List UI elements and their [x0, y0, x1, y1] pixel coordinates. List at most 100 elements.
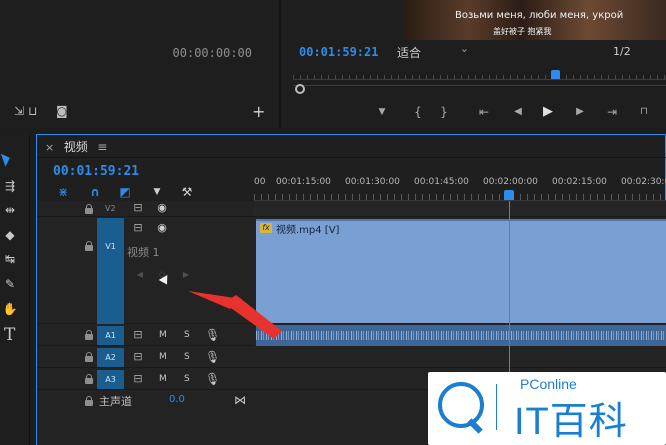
sequence-timecode[interactable]: 00:01:59:21	[53, 164, 139, 179]
video-clip[interactable]: fx 视频.mp4 [V]	[256, 219, 666, 323]
watermark-divider	[496, 384, 497, 430]
track-target-v1[interactable]: V1	[97, 218, 124, 324]
source-timecode: 00:00:00:00	[172, 46, 252, 60]
step-back-icon[interactable]: ◀	[511, 104, 525, 120]
program-timecode[interactable]: 00:01:59:21	[299, 45, 378, 59]
solo-button[interactable]: S	[184, 352, 190, 362]
selection-tool-icon[interactable]	[0, 151, 13, 167]
video-frame: Возьми меня, люби меня, укрой 盖好被子 抱紧我	[403, 0, 666, 40]
razor-icon[interactable]: ◆	[0, 227, 20, 243]
watermark: PConline IT百科	[428, 372, 666, 445]
monitor-ruler[interactable]	[293, 66, 666, 80]
track-target-a1[interactable]: A1	[97, 326, 124, 345]
track-a3-header: A3 ⊟ M S 🎙	[37, 369, 254, 390]
type-tool-icon[interactable]: T	[4, 325, 15, 345]
lock-icon[interactable]	[84, 204, 94, 214]
track-label-a3: A3	[105, 375, 116, 384]
master-volume-value[interactable]: 0.0	[169, 394, 185, 405]
mute-button[interactable]: M	[159, 374, 167, 384]
eye-icon[interactable]: ◉	[155, 200, 169, 216]
scroll-handle-icon[interactable]	[295, 84, 305, 94]
lock-icon[interactable]	[84, 396, 94, 406]
add-marker-icon[interactable]: ▼	[149, 184, 165, 200]
monitor-scrollbar[interactable]	[293, 85, 666, 91]
ruler-ticks	[254, 194, 666, 200]
source-monitor: 00:00:00:00 ⇲ ⊔ ◙ +	[0, 0, 278, 128]
wrench-icon[interactable]: ⚒	[179, 184, 195, 200]
fx-badge[interactable]: fx	[260, 223, 272, 233]
track-label-v2: V2	[105, 204, 116, 213]
hand-icon[interactable]: ✋	[0, 301, 20, 317]
lock-icon[interactable]	[84, 352, 94, 362]
mark-in-icon[interactable]: {	[411, 104, 425, 120]
lock-icon[interactable]	[84, 330, 94, 340]
audio-waveform	[256, 331, 666, 340]
track-target-a3[interactable]: A3	[97, 370, 124, 389]
mic-icon[interactable]: 🎙	[205, 371, 220, 387]
sequence-tab-label: 视频	[63, 140, 88, 154]
step-forward-icon[interactable]: ▶	[573, 104, 587, 120]
annotation-arrow	[188, 291, 282, 339]
export-frame-icon[interactable]: ⇲	[14, 104, 24, 118]
watermark-title: IT百科	[514, 401, 628, 443]
tab-underline	[37, 157, 666, 158]
fit-dropdown[interactable]: 适合 ⌄	[397, 42, 471, 60]
snap-icon[interactable]: ∩	[87, 184, 103, 200]
mark-out-icon[interactable]: }	[437, 104, 451, 120]
toggle-sync-icon[interactable]: ⊟	[131, 220, 145, 236]
track-v2-row[interactable]	[254, 201, 666, 217]
ruler-label: 00:01:45:00	[414, 177, 469, 187]
ruler-label: 00:01:15:00	[276, 177, 331, 187]
playhead-handle[interactable]	[504, 190, 514, 200]
pen-icon[interactable]: ✎	[0, 276, 20, 292]
ruler-label: 00	[254, 177, 266, 187]
sequence-tab[interactable]: × 视频 ≡	[45, 138, 107, 154]
toggle-sync-icon[interactable]: ⊟	[131, 349, 145, 365]
add-button-icon[interactable]: +	[252, 102, 265, 121]
nest-icon[interactable]: ⋇	[55, 184, 71, 200]
lock-icon[interactable]	[84, 241, 94, 251]
play-icon[interactable]: ▶	[541, 104, 555, 120]
tools-panel: ⇶ ⇹ ◆ ↹ ✎ ✋ T	[0, 134, 30, 445]
lift-icon[interactable]: ⊓	[637, 104, 651, 120]
fit-dropdown-label: 适合	[397, 46, 422, 60]
ruler-label: 00:02:00:00	[483, 177, 538, 187]
toggle-sync-icon[interactable]: ⊟	[131, 200, 145, 216]
add-marker-icon[interactable]: ▼	[375, 104, 389, 120]
lock-icon[interactable]	[84, 374, 94, 384]
overwrite-icon[interactable]: ⊔	[28, 104, 37, 118]
master-track-label: 主声道	[99, 395, 132, 408]
eye-icon[interactable]: ◉	[155, 220, 169, 236]
close-icon[interactable]: ×	[45, 141, 54, 154]
ripple-edit-icon[interactable]: ⇹	[0, 202, 20, 218]
track-label-a2: A2	[105, 353, 116, 362]
camera-icon[interactable]: ◙	[56, 104, 68, 118]
menu-icon[interactable]: ≡	[97, 140, 107, 154]
go-to-end-icon[interactable]: ⋈	[233, 392, 247, 408]
track-a2-row[interactable]	[254, 347, 666, 368]
linked-selection-icon[interactable]: ◩	[117, 184, 133, 200]
next-keyframe-icon[interactable]: ▶	[181, 267, 191, 283]
pconline-logo-icon	[438, 382, 484, 428]
toggle-sync-icon[interactable]: ⊟	[131, 371, 145, 387]
slip-icon[interactable]: ↹	[0, 251, 20, 267]
monitor-playhead[interactable]	[551, 70, 560, 79]
track-a2-header: A2 ⊟ M S 🎙	[37, 347, 254, 368]
mic-icon[interactable]: 🎙	[205, 349, 220, 365]
clip-name: 视频.mp4 [V]	[276, 225, 340, 236]
time-ruler[interactable]: 00 00:01:15:00 00:01:30:00 00:01:45:00 0…	[254, 167, 666, 201]
toggle-sync-icon[interactable]: ⊟	[131, 327, 145, 343]
mute-button[interactable]: M	[159, 330, 167, 340]
track-target-a2[interactable]: A2	[97, 348, 124, 367]
ruler-label: 00:02:30:00	[621, 177, 666, 187]
mute-button[interactable]: M	[159, 352, 167, 362]
subtitle-line-1: Возьми меня, люби меня, укрой	[455, 10, 624, 21]
audio-clip[interactable]	[256, 325, 666, 346]
go-to-out-icon[interactable]: ⇥	[605, 104, 619, 120]
solo-button[interactable]: S	[184, 374, 190, 384]
prev-keyframe-icon[interactable]: ◀	[135, 267, 145, 283]
go-to-in-icon[interactable]: ⇤	[477, 104, 491, 120]
resolution-dropdown[interactable]: 1/2	[613, 45, 631, 58]
track-name-v1: 视频 1	[127, 246, 160, 259]
track-select-icon[interactable]: ⇶	[0, 178, 20, 194]
